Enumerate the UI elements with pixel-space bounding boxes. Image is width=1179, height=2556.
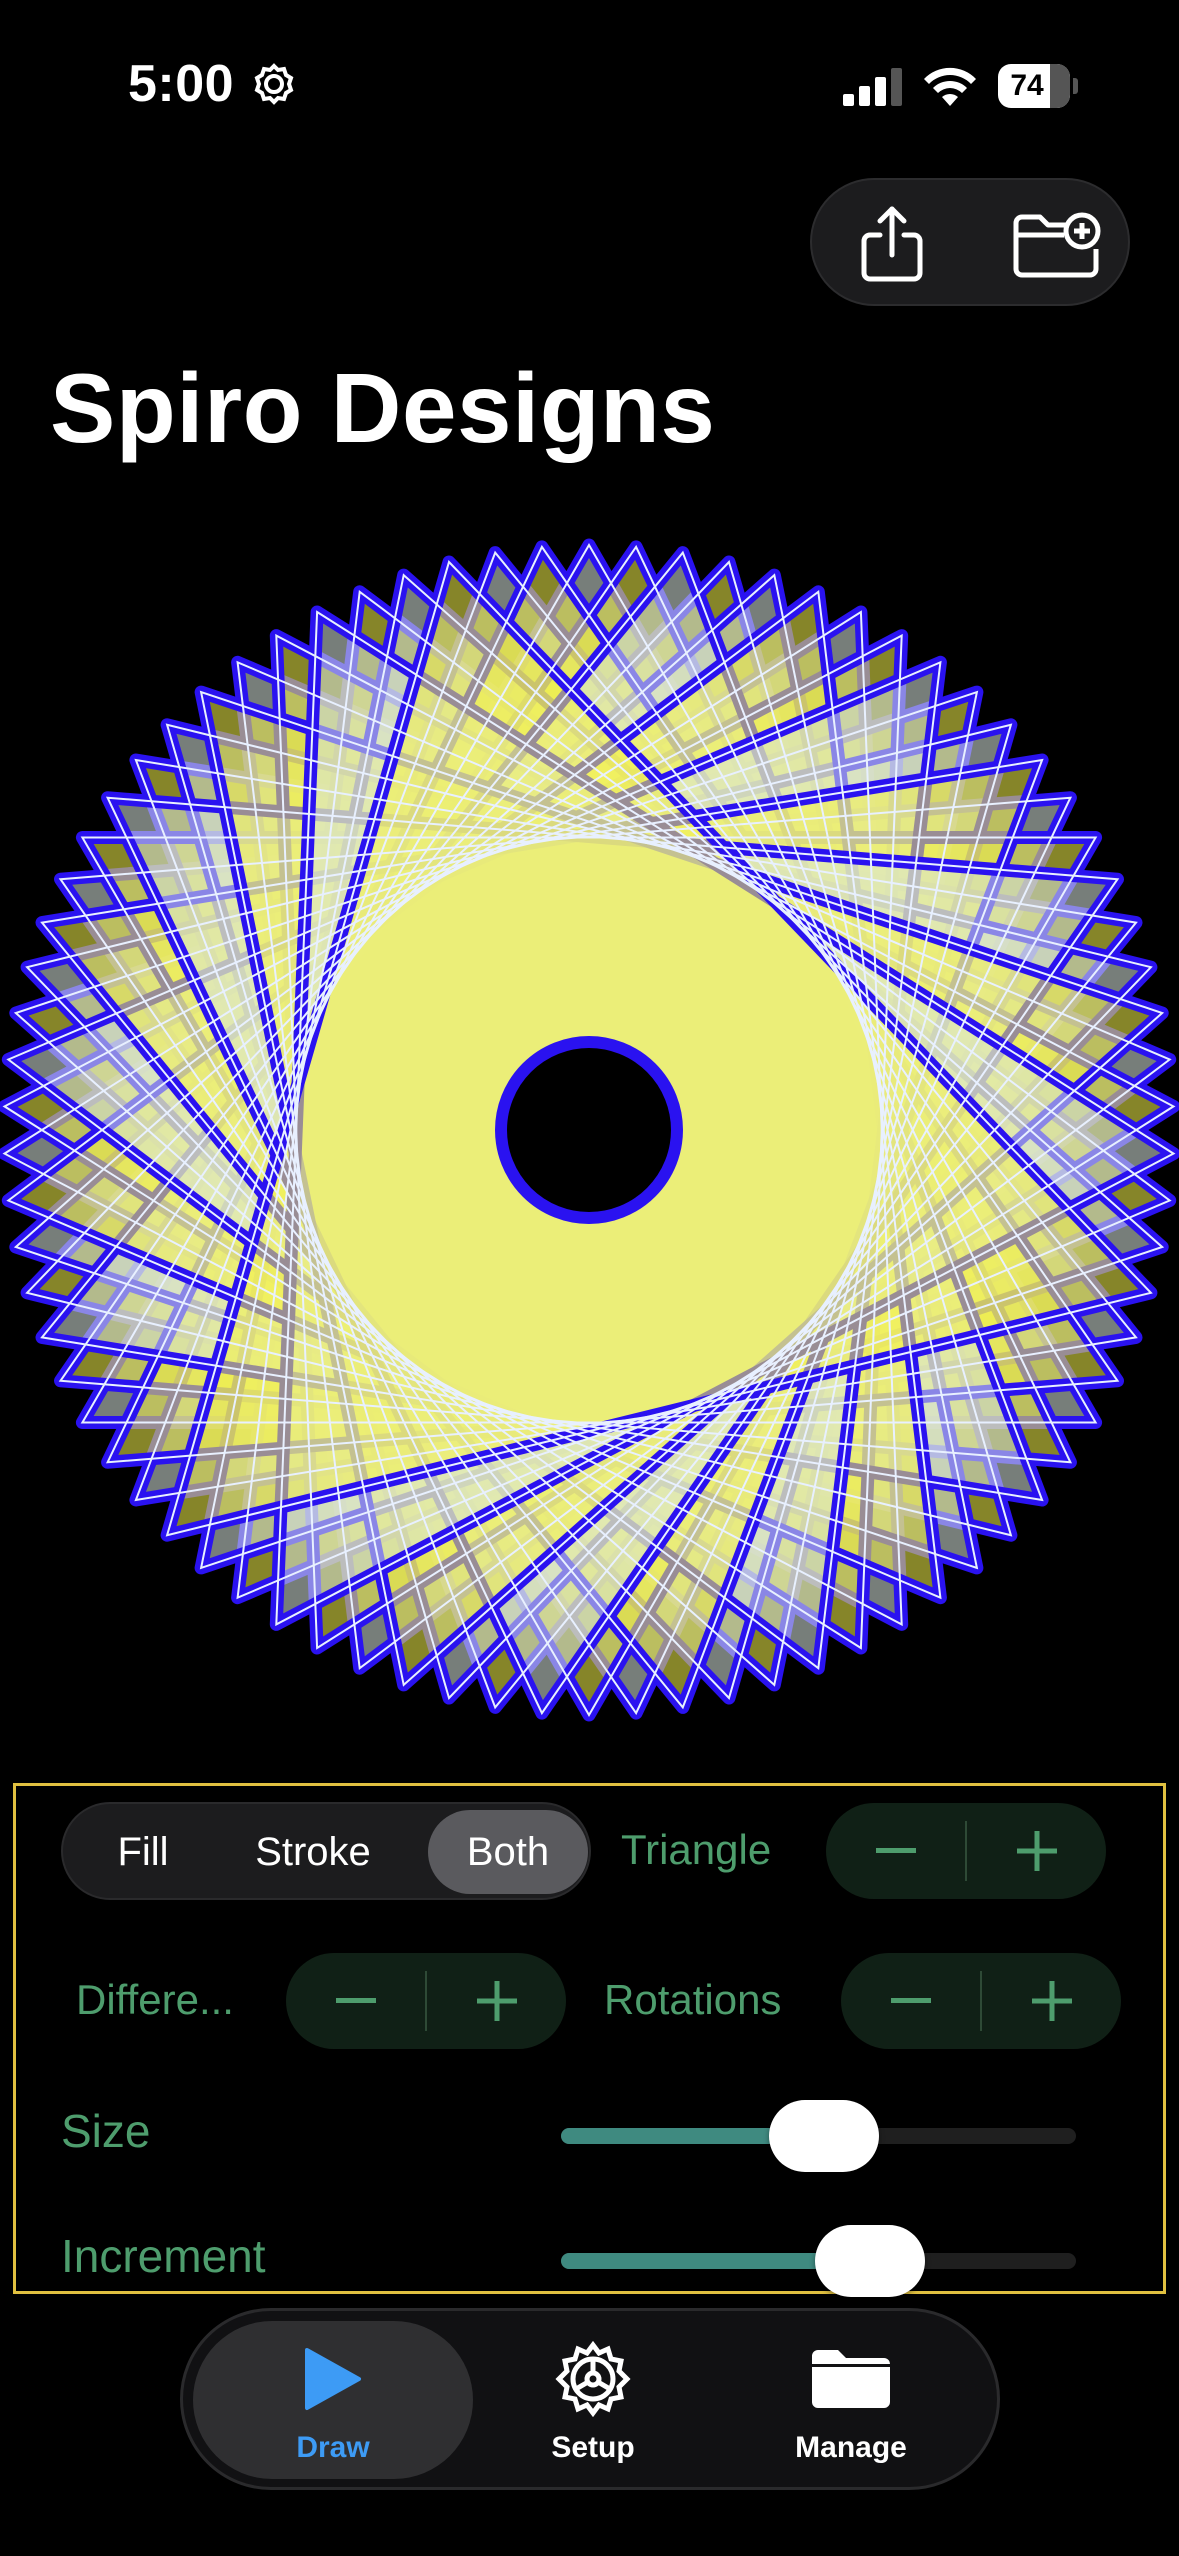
difference-decrement-button[interactable]: [286, 1953, 425, 2049]
tab-manage[interactable]: Manage: [711, 2321, 991, 2479]
tab-manage-label: Manage: [795, 2431, 907, 2464]
tab-bar: Draw Setup Manage: [180, 2308, 1000, 2490]
folder-plus-icon: [1013, 212, 1101, 278]
rotations-stepper: [841, 1953, 1121, 2049]
tab-setup-label: Setup: [551, 2431, 635, 2464]
cellular-signal-icon: [843, 68, 902, 106]
shape-decrement-button[interactable]: [826, 1803, 965, 1899]
spiro-center-hole: [495, 1036, 683, 1224]
spiro-design-canvas: [0, 538, 1179, 1722]
difference-stepper: [286, 1953, 566, 2049]
difference-increment-button[interactable]: [427, 1953, 566, 2049]
folder-icon: [812, 2350, 890, 2408]
shape-increment-button[interactable]: [967, 1803, 1106, 1899]
plus-icon: [1016, 1831, 1057, 1871]
size-label: Size: [61, 2105, 151, 2157]
plus-icon: [1031, 1981, 1072, 2021]
battery-icon: 74: [998, 64, 1078, 108]
tab-draw-label: Draw: [296, 2431, 370, 2464]
minus-icon: [875, 1848, 916, 1853]
gear-icon: [555, 2341, 631, 2417]
rotations-increment-button[interactable]: [982, 1953, 1121, 2049]
minus-icon: [335, 1998, 376, 2003]
size-slider[interactable]: [561, 2100, 1076, 2172]
battery-level: 74: [1010, 69, 1044, 102]
rotations-decrement-button[interactable]: [841, 1953, 980, 2049]
rotations-label: Rotations: [604, 1976, 782, 2023]
plus-icon: [476, 1981, 517, 2021]
status-time: 5:00: [128, 55, 235, 113]
play-icon: [305, 2348, 361, 2410]
increment-label: Increment: [61, 2230, 266, 2282]
shape-stepper: [826, 1803, 1106, 1899]
gear-icon: [254, 63, 294, 105]
tab-draw[interactable]: Draw: [193, 2321, 473, 2479]
shape-label: Triangle: [621, 1826, 772, 1873]
size-slider-thumb[interactable]: [768, 2100, 879, 2172]
share-icon: [861, 206, 923, 282]
segment-fill[interactable]: Fill: [73, 1810, 213, 1894]
segment-stroke[interactable]: Stroke: [223, 1810, 403, 1894]
wifi-icon: [924, 67, 976, 106]
top-toolbar: [810, 178, 1130, 306]
new-folder-button[interactable]: [1008, 194, 1108, 294]
increment-slider-thumb[interactable]: [815, 2225, 925, 2297]
tab-setup[interactable]: Setup: [453, 2321, 733, 2479]
share-button[interactable]: [842, 194, 942, 294]
segment-both[interactable]: Both: [428, 1810, 588, 1894]
controls-panel: Fill Stroke Both Triangle Differe... Rot…: [13, 1783, 1166, 2297]
minus-icon: [890, 1998, 931, 2003]
page-title: Spiro Designs: [50, 353, 716, 463]
increment-slider[interactable]: [561, 2225, 1076, 2297]
render-mode-segmented-control: Fill Stroke Both: [61, 1802, 591, 1900]
difference-label: Differe...: [76, 1976, 234, 2023]
